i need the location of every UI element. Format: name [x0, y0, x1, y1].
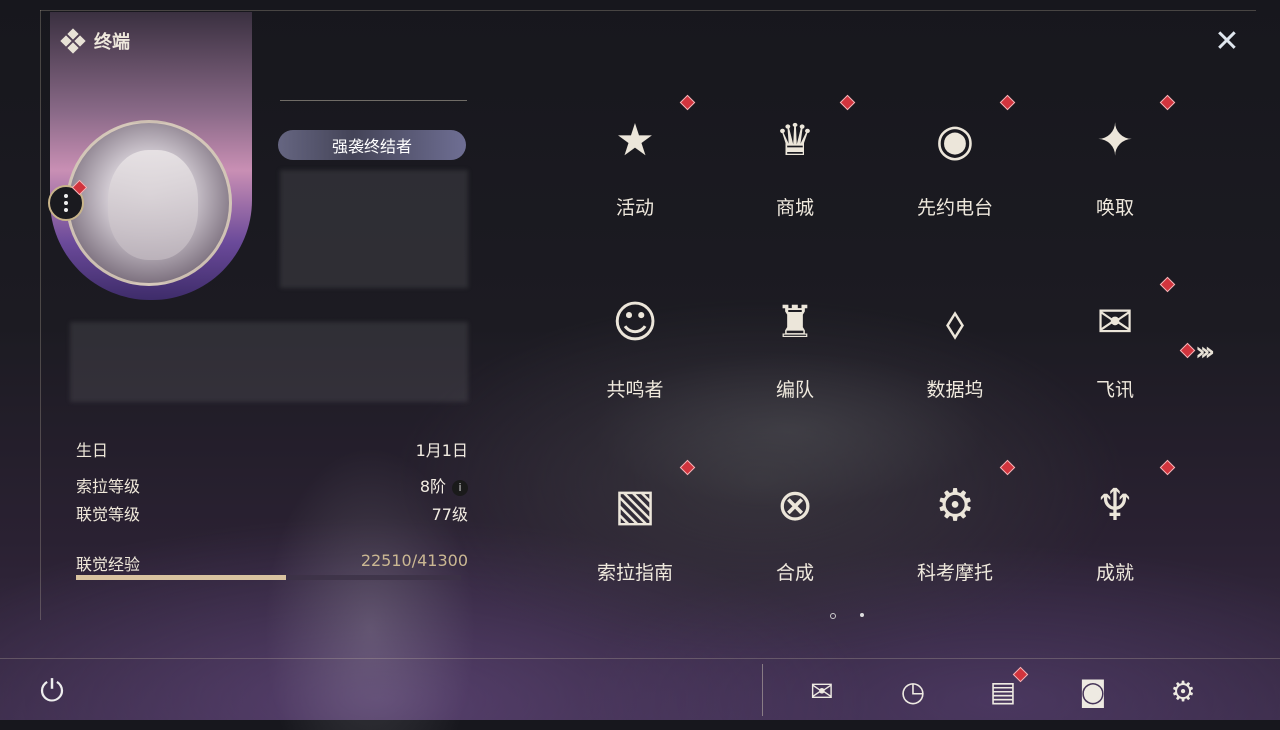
guide-book-icon: ▧	[614, 479, 656, 531]
stat-value: 8阶	[419, 477, 446, 496]
events-2hd-icon: ★	[615, 114, 655, 166]
menu-item-chess-team[interactable]: ♜ 编队	[715, 272, 875, 452]
pager-dot-1[interactable]	[830, 613, 836, 619]
menu-item-label: 飞讯	[1095, 379, 1134, 401]
menu-item-label: 先约电台	[916, 197, 993, 219]
stat-value: 1月1日	[415, 441, 468, 460]
stat-label: 联觉经验	[76, 555, 141, 574]
menu-item-synthesis[interactable]: ⊗ 合成	[715, 455, 875, 635]
stat-value-group: 8阶 i	[420, 473, 468, 497]
stat-union-level: 联觉等级 77级	[76, 501, 468, 524]
menu-item-convene-compass[interactable]: ✦ 唤取	[1035, 90, 1195, 270]
section-header: 终端	[60, 28, 130, 54]
menu-item-motorcycle[interactable]: ⚙ 科考摩托	[875, 455, 1035, 635]
stat-value: 22510/41300	[360, 551, 468, 570]
info-icon[interactable]: i	[452, 480, 468, 496]
convene-compass-icon: ✦	[1096, 114, 1134, 166]
pager-dot-2[interactable]	[860, 613, 864, 617]
menu-item-label: 编队	[775, 379, 814, 401]
avatar-face	[108, 150, 198, 260]
menu-item-shop-cart[interactable]: ♛ 商城	[715, 90, 875, 270]
exp-progress-bar	[76, 575, 461, 580]
settings-button[interactable]: ⚙	[1163, 671, 1203, 711]
stat-label: 联觉等级	[76, 505, 141, 524]
menu-item-data-bank[interactable]: ⬨ 数据坞	[875, 272, 1035, 452]
stat-birthday: 生日 1月1日	[76, 437, 468, 460]
mail-icon: ✉	[810, 674, 834, 708]
menu-item-label: 共鸣者	[606, 379, 664, 401]
stat-union-exp: 联觉经验 22510/41300	[76, 551, 468, 574]
frame-left-line	[40, 10, 41, 620]
menu-item-label: 唤取	[1095, 197, 1134, 219]
notification-dot	[1159, 94, 1176, 111]
close-button[interactable]: ✕	[1208, 22, 1246, 60]
clock-icon: ◷	[900, 674, 926, 708]
chess-team-icon: ♜	[775, 296, 815, 348]
power-button[interactable]: ⏻	[34, 674, 70, 710]
notification-dot	[839, 94, 856, 111]
next-page-button[interactable]: ›››	[1195, 337, 1215, 367]
notification-dot	[999, 94, 1016, 111]
mail-button[interactable]: ✉	[802, 671, 842, 711]
frame-top-line	[40, 10, 1256, 11]
camera-button[interactable]: ◙	[1073, 671, 1113, 711]
menu-item-message[interactable]: ✉ 飞讯	[1035, 272, 1195, 452]
menu-item-trophy[interactable]: ♆ 成就	[1035, 455, 1195, 635]
bottom-divider	[762, 664, 763, 716]
notice-icon: ▤	[989, 674, 1017, 708]
section-title: 终端	[94, 32, 130, 53]
menu-item-label: 数据坞	[926, 379, 984, 401]
name-blurred	[280, 170, 468, 288]
menu-item-label: 合成	[775, 562, 814, 584]
notification-dot	[999, 459, 1016, 476]
trophy-icon: ♆	[1095, 479, 1135, 531]
menu-item-events-2hd[interactable]: ★ 活动	[555, 90, 715, 270]
resonator-head-icon: ☺	[612, 296, 658, 348]
title-badge[interactable]: 强袭终结者	[278, 130, 466, 160]
stat-value: 77级	[431, 505, 468, 524]
stat-label: 生日	[76, 441, 109, 460]
notification-dot	[679, 459, 696, 476]
title-badge-label: 强袭终结者	[331, 137, 412, 156]
menu-item-radio[interactable]: ◉ 先约电台	[875, 90, 1035, 270]
diamond-menu-icon	[60, 28, 86, 54]
menu-item-resonator-head[interactable]: ☺ 共鸣者	[555, 272, 715, 452]
menu-item-label: 商城	[775, 197, 814, 219]
motorcycle-icon: ⚙	[935, 479, 975, 531]
power-icon: ⏻	[40, 674, 64, 709]
close-icon: ✕	[1214, 23, 1240, 59]
menu-item-guide-book[interactable]: ▧ 索拉指南	[555, 455, 715, 635]
menu-item-label: 索拉指南	[596, 562, 673, 584]
menu-item-label: 活动	[615, 197, 654, 219]
synthesis-icon: ⊗	[776, 479, 814, 531]
settings-icon: ⚙	[1170, 674, 1196, 708]
camera-icon: ◙	[1079, 674, 1107, 708]
signature-blurred	[70, 322, 468, 402]
stat-label: 索拉等级	[76, 477, 141, 496]
notice-button[interactable]: ▤	[983, 666, 1029, 711]
stat-sol-level: 索拉等级 8阶 i	[76, 473, 468, 497]
notification-dot	[1159, 276, 1176, 293]
message-icon: ✉	[1096, 296, 1134, 348]
exp-progress-fill	[76, 575, 286, 580]
notification-dot	[1159, 459, 1176, 476]
clock-button[interactable]: ◷	[893, 671, 933, 711]
notification-dot	[679, 94, 696, 111]
radio-icon: ◉	[935, 114, 975, 166]
data-bank-icon: ⬨	[945, 296, 965, 348]
menu-item-label: 科考摩托	[916, 562, 993, 584]
title-divider	[280, 100, 467, 101]
shop-cart-icon: ♛	[775, 114, 815, 166]
menu-item-label: 成就	[1095, 562, 1134, 584]
